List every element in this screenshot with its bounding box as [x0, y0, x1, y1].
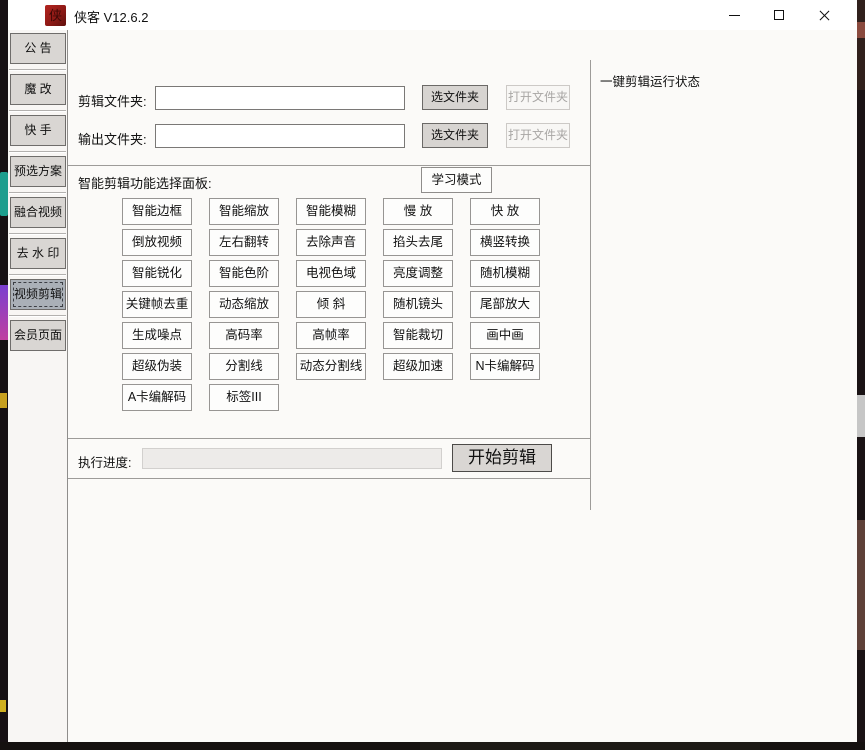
desktop-left-icon-yellow2	[0, 700, 6, 712]
section-divider-top	[68, 165, 590, 166]
start-editing-button[interactable]: 开始剪辑	[452, 444, 552, 472]
function-grid-row: 智能锐化智能色阶电视色域亮度调整随机模糊	[122, 260, 540, 287]
section-divider-progress-top	[68, 438, 590, 439]
function-button[interactable]: 动态分割线	[296, 353, 366, 380]
output-folder-label: 输出文件夹:	[78, 129, 147, 148]
function-button[interactable]: 分割线	[209, 353, 279, 380]
function-button[interactable]: 关键帧去重	[122, 291, 192, 318]
sidebar-separator	[9, 192, 66, 194]
sidebar-item-1[interactable]: 公 告	[10, 33, 66, 64]
sidebar-item-5[interactable]: 融合视频	[10, 197, 66, 228]
function-button[interactable]: 快 放	[470, 198, 540, 225]
output-folder-input[interactable]	[155, 124, 405, 148]
function-button[interactable]: 随机镜头	[383, 291, 453, 318]
desktop: 侠 侠客 V12.6.2 公 告魔 改快 手预选方案融合视频去 水 印视频剪辑会…	[0, 0, 865, 750]
function-button[interactable]: 动态缩放	[209, 291, 279, 318]
function-button[interactable]: 标签III	[209, 384, 279, 411]
sidebar-separator	[9, 151, 66, 153]
sidebar-item-7[interactable]: 视频剪辑	[10, 279, 66, 310]
function-button[interactable]: 掐头去尾	[383, 229, 453, 256]
function-button[interactable]: 倾 斜	[296, 291, 366, 318]
function-button[interactable]: 随机模糊	[470, 260, 540, 287]
function-button[interactable]: 画中画	[470, 322, 540, 349]
minimize-button[interactable]	[712, 0, 757, 30]
function-button[interactable]: 左右翻转	[209, 229, 279, 256]
sidebar-separator	[9, 233, 66, 235]
sidebar-item-6[interactable]: 去 水 印	[10, 238, 66, 269]
edit-folder-input[interactable]	[155, 86, 405, 110]
desktop-left-strip	[0, 0, 8, 750]
function-button[interactable]: 智能锐化	[122, 260, 192, 287]
function-grid-row: 关键帧去重动态缩放倾 斜随机镜头尾部放大	[122, 291, 540, 318]
sidebar-item-3[interactable]: 快 手	[10, 115, 66, 146]
choose-output-folder-button[interactable]: 选文件夹	[422, 123, 488, 148]
function-button[interactable]: 尾部放大	[470, 291, 540, 318]
title-bar[interactable]: 侠 侠客 V12.6.2	[8, 0, 857, 30]
function-button[interactable]: 智能边框	[122, 198, 192, 225]
function-button[interactable]: 智能色阶	[209, 260, 279, 287]
function-grid-row: 生成噪点高码率高帧率智能裁切画中画	[122, 322, 540, 349]
choose-edit-folder-button[interactable]: 选文件夹	[422, 85, 488, 110]
function-button[interactable]: 高帧率	[296, 322, 366, 349]
open-output-folder-button: 打开文件夹	[506, 123, 570, 148]
function-button[interactable]: 智能裁切	[383, 322, 453, 349]
desktop-right-top	[857, 0, 865, 90]
maximize-button[interactable]	[757, 0, 802, 30]
function-button[interactable]: 高码率	[209, 322, 279, 349]
function-grid-row: 智能边框智能缩放智能模糊慢 放快 放	[122, 198, 540, 225]
learn-mode-button[interactable]: 学习模式	[421, 167, 492, 193]
function-button[interactable]: 超级伪装	[122, 353, 192, 380]
sidebar-item-8[interactable]: 会员页面	[10, 320, 66, 351]
open-edit-folder-button: 打开文件夹	[506, 85, 570, 110]
close-button[interactable]	[802, 0, 847, 30]
function-button[interactable]: 超级加速	[383, 353, 453, 380]
progress-label: 执行进度:	[78, 452, 131, 471]
sidebar-separator	[9, 274, 66, 276]
main-status-divider	[590, 60, 591, 510]
desktop-left-icon-teal	[0, 172, 8, 216]
function-button[interactable]: 亮度调整	[383, 260, 453, 287]
desktop-right-skin	[857, 520, 865, 650]
sidebar-separator	[9, 69, 66, 71]
window-title: 侠客 V12.6.2	[74, 7, 148, 26]
function-button[interactable]: 横竖转换	[470, 229, 540, 256]
app-logo-icon: 侠	[45, 5, 66, 26]
run-status-text: 一键剪辑运行状态	[600, 71, 700, 90]
function-button[interactable]: 电视色域	[296, 260, 366, 287]
sidebar-separator	[9, 110, 66, 112]
function-grid-row: 倒放视频左右翻转去除声音掐头去尾横竖转换	[122, 229, 540, 256]
edit-folder-label: 剪辑文件夹:	[78, 91, 147, 110]
section-divider-bottom	[68, 478, 590, 479]
function-button[interactable]: 倒放视频	[122, 229, 192, 256]
sidebar: 公 告魔 改快 手预选方案融合视频去 水 印视频剪辑会员页面	[8, 30, 68, 742]
function-button[interactable]: 去除声音	[296, 229, 366, 256]
desktop-bottom-var	[420, 742, 760, 750]
sidebar-item-2[interactable]: 魔 改	[10, 74, 66, 105]
app-window: 侠 侠客 V12.6.2 公 告魔 改快 手预选方案融合视频去 水 印视频剪辑会…	[8, 0, 857, 742]
function-button[interactable]: N卡编解码	[470, 353, 540, 380]
function-button[interactable]: A卡编解码	[122, 384, 192, 411]
desktop-right-red	[857, 22, 865, 38]
function-button[interactable]: 生成噪点	[122, 322, 192, 349]
function-grid-row: A卡编解码标签III	[122, 384, 279, 411]
sidebar-separator	[9, 315, 66, 317]
desktop-right-grey	[857, 395, 865, 437]
desktop-left-icon-yellow	[0, 393, 7, 408]
sidebar-item-4[interactable]: 预选方案	[10, 156, 66, 187]
function-button[interactable]: 慢 放	[383, 198, 453, 225]
maximize-icon	[774, 10, 784, 20]
function-grid-row: 超级伪装分割线动态分割线超级加速 N卡编解码	[122, 353, 540, 380]
function-button[interactable]: 智能缩放	[209, 198, 279, 225]
function-button[interactable]: 智能模糊	[296, 198, 366, 225]
desktop-left-icon-purple	[0, 285, 8, 340]
minimize-icon	[729, 15, 740, 16]
progress-bar	[142, 448, 442, 469]
function-panel-title: 智能剪辑功能选择面板:	[78, 173, 212, 192]
